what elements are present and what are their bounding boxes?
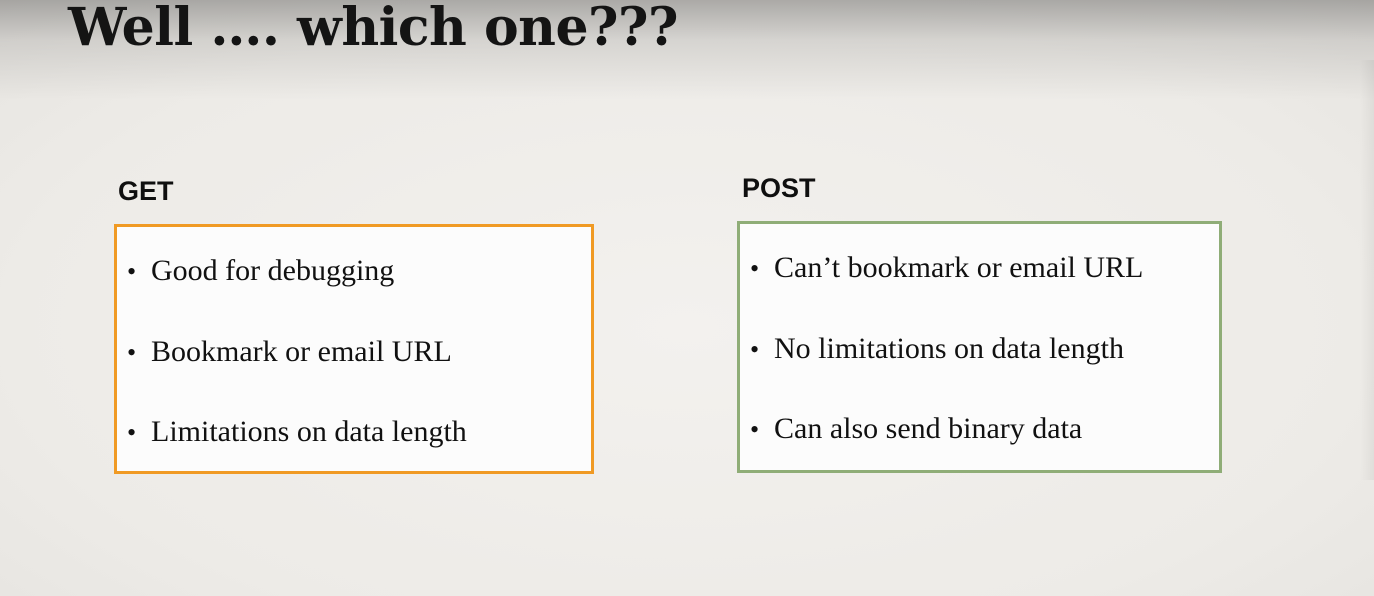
post-heading: POST	[742, 173, 816, 203]
list-item: • Limitations on data length	[127, 414, 467, 451]
list-item-text: Can’t bookmark or email URL	[774, 251, 1144, 284]
list-item: • Good for debugging	[127, 253, 394, 290]
get-box: • Good for debugging • Bookmark or email U…	[114, 224, 594, 474]
list-item-text: Limitations on data length	[151, 415, 467, 448]
list-item: • No limitations on data length	[750, 331, 1124, 368]
list-item: • Can’t bookmark or email URL	[750, 250, 1143, 287]
bullet-icon: •	[127, 418, 137, 447]
list-item-text: Can also send binary data	[774, 412, 1083, 445]
slide: Well …. which one??? GET • Good for debug…	[0, 0, 1374, 596]
bullet-icon: •	[750, 415, 760, 444]
list-item-text: Good for debugging	[151, 254, 395, 287]
slide-title: Well …. which one???	[68, 0, 678, 58]
bullet-icon: •	[750, 335, 760, 364]
list-item: • Can also send binary data	[750, 411, 1082, 448]
post-box: • Can’t bookmark or email URL • No limitat…	[737, 221, 1222, 473]
list-item: • Bookmark or email URL	[127, 334, 452, 371]
list-item-text: Bookmark or email URL	[151, 335, 452, 368]
bullet-icon: •	[750, 254, 760, 283]
bullet-icon: •	[127, 338, 137, 367]
list-item-text: No limitations on data length	[774, 332, 1124, 365]
bullet-icon: •	[127, 257, 137, 286]
get-heading: GET	[118, 176, 174, 206]
